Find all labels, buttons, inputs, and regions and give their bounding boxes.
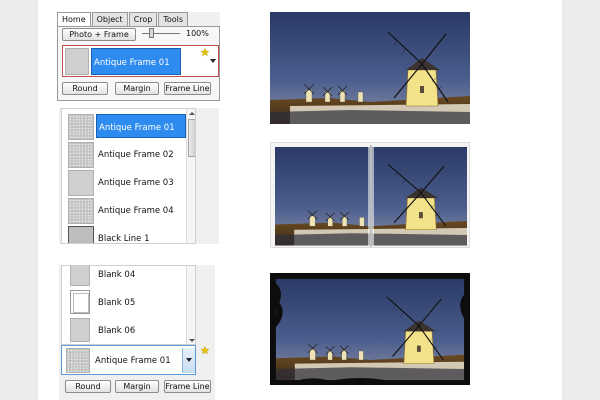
zoom-slider[interactable] [142, 33, 180, 34]
frame-thumbnail [68, 198, 94, 224]
tab-crop[interactable]: Crop [128, 12, 158, 26]
zoom-level: 100% [186, 29, 209, 38]
preview-photo-book-frame [270, 142, 470, 248]
frame-dropdown-panel: Blank 04 Blank 05 Blank 06 Antique Frame… [59, 265, 215, 400]
photo-frame-button[interactable]: Photo + Frame [62, 28, 136, 41]
frame-combo[interactable]: Antique Frame 01 [61, 345, 196, 375]
list-item[interactable]: Blank 06 [62, 316, 195, 344]
list-item[interactable]: Antique Frame 01 [62, 112, 195, 140]
frame-thumbnail [68, 114, 94, 140]
list-item[interactable]: Blank 05 [62, 288, 195, 316]
zoom-slider-thumb[interactable] [149, 28, 154, 38]
scroll-up-icon[interactable] [189, 112, 195, 115]
list-item[interactable]: Antique Frame 04 [62, 196, 195, 224]
chevron-down-icon[interactable] [210, 59, 216, 63]
frame-thumbnail [68, 226, 94, 243]
chevron-down-icon[interactable] [186, 358, 192, 362]
frame-dropdown-list: Blank 04 Blank 05 Blank 06 [61, 265, 196, 345]
margin-button[interactable]: Margin [115, 380, 159, 393]
list-item[interactable]: Antique Frame 02 [62, 140, 195, 168]
vertical-scrollbar[interactable] [186, 109, 195, 243]
list-item[interactable]: Antique Frame 03 [62, 168, 195, 196]
ribbon-body: Photo + Frame 100% Antique Frame 01 ★ Ro… [57, 26, 220, 101]
list-item-label: Antique Frame 02 [98, 150, 174, 160]
frame-thumbnail [70, 266, 90, 286]
list-item-label: Black Line 1 [98, 234, 150, 244]
ribbon-panel: Home Object Crop Tools Photo + Frame 100… [57, 12, 220, 101]
ribbon-tabs: Home Object Crop Tools [57, 12, 189, 27]
vertical-scrollbar[interactable] [186, 266, 195, 344]
preview-photo-plain [270, 12, 470, 124]
dropdown-button[interactable] [182, 348, 195, 373]
frame-line-button[interactable]: Frame Line [164, 82, 211, 95]
frame-thumbnail [68, 142, 94, 168]
list-item-label: Blank 05 [98, 298, 136, 308]
margin-button[interactable]: Margin [115, 82, 159, 95]
round-button[interactable]: Round [62, 82, 108, 95]
scrollbar-thumb[interactable] [188, 119, 195, 157]
frame-combo[interactable]: Antique Frame 01 [62, 45, 219, 77]
frame-list-panel: Antique Frame 01 Antique Frame 02 Antiqu… [59, 108, 219, 244]
round-button[interactable]: Round [65, 380, 111, 393]
star-icon[interactable]: ★ [200, 345, 210, 356]
frame-thumbnail [66, 348, 90, 373]
tab-home[interactable]: Home [57, 12, 91, 27]
frame-line-button[interactable]: Frame Line [164, 380, 211, 393]
selected-frame-label: Antique Frame 01 [95, 356, 171, 366]
list-item-label: Blank 06 [98, 326, 136, 336]
list-item[interactable]: Blank 04 [62, 266, 195, 288]
list-item-label: Antique Frame 04 [98, 206, 174, 216]
frame-list: Antique Frame 01 Antique Frame 02 Antiqu… [61, 108, 196, 244]
list-item-label: Blank 04 [98, 270, 136, 280]
frame-thumbnail [65, 48, 89, 75]
list-item-label: Antique Frame 01 [96, 114, 186, 138]
list-item[interactable]: Black Line 1 [62, 224, 195, 244]
frame-thumbnail [70, 318, 90, 342]
selected-frame-label: Antique Frame 01 [91, 48, 181, 75]
scroll-down-icon[interactable] [189, 339, 195, 342]
list-item-label: Antique Frame 03 [98, 178, 174, 188]
tab-tools[interactable]: Tools [158, 12, 189, 26]
tab-object[interactable]: Object [91, 12, 128, 26]
frame-thumbnail [70, 290, 90, 314]
star-icon[interactable]: ★ [200, 47, 210, 58]
preview-photo-antique-frame [270, 273, 470, 385]
frame-thumbnail [68, 170, 94, 196]
